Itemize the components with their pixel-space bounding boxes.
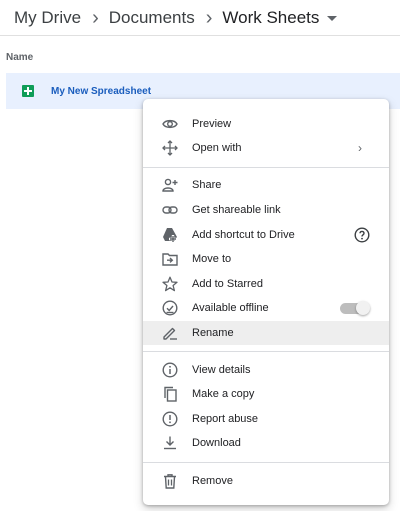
menu-label: Report abuse: [192, 413, 259, 425]
trash-icon: [162, 473, 178, 489]
menu-item-move-to[interactable]: Move to: [143, 247, 389, 271]
menu-item-add-shortcut[interactable]: Add shortcut to Drive: [143, 223, 389, 247]
breadcrumb-work-sheets[interactable]: Work Sheets: [222, 8, 319, 28]
move-arrows-icon: [162, 140, 178, 156]
menu-label: Open with: [192, 142, 242, 154]
offline-check-icon: [162, 300, 178, 316]
menu-divider: [143, 351, 389, 352]
menu-label: Make a copy: [192, 388, 255, 400]
menu-label: Download: [192, 437, 241, 449]
dropdown-arrow-icon[interactable]: [327, 15, 338, 21]
menu-item-remove[interactable]: Remove: [143, 469, 389, 493]
alert-icon: [162, 411, 178, 427]
menu-label: Rename: [192, 327, 234, 339]
star-icon: [162, 276, 178, 292]
toggle-knob: [356, 301, 370, 315]
pencil-icon: [162, 325, 178, 341]
spreadsheet-icon: [22, 85, 34, 97]
menu-label: Share: [192, 179, 222, 191]
menu-label: Remove: [192, 475, 233, 487]
link-icon: [162, 202, 178, 218]
breadcrumb: My Drive › Documents › Work Sheets: [14, 6, 338, 30]
chevron-right-icon: ›: [92, 7, 99, 29]
menu-item-download[interactable]: Download: [143, 431, 389, 455]
offline-toggle[interactable]: [340, 301, 370, 315]
eye-icon: [162, 116, 178, 132]
menu-item-make-copy[interactable]: Make a copy: [143, 382, 389, 406]
menu-label: Move to: [192, 253, 232, 265]
breadcrumb-my-drive[interactable]: My Drive: [14, 8, 81, 28]
info-icon: [162, 362, 178, 378]
menu-item-view-details[interactable]: View details: [143, 358, 389, 382]
drive-shortcut-icon: [162, 227, 178, 243]
header-divider: [0, 35, 400, 36]
help-icon[interactable]: [354, 227, 370, 243]
menu-item-preview[interactable]: Preview: [143, 112, 389, 136]
chevron-right-icon: ›: [358, 141, 362, 155]
download-icon: [162, 435, 178, 451]
chevron-right-icon: ›: [205, 7, 213, 29]
menu-divider: [143, 462, 389, 463]
breadcrumb-documents[interactable]: Documents: [109, 8, 195, 28]
menu-item-report-abuse[interactable]: Report abuse: [143, 407, 389, 431]
menu-item-get-link[interactable]: Get shareable link: [143, 198, 389, 222]
menu-divider: [143, 167, 389, 168]
column-header-name[interactable]: Name: [6, 52, 33, 63]
menu-item-rename[interactable]: Rename: [143, 321, 389, 345]
menu-item-open-with[interactable]: Open with ›: [143, 136, 389, 160]
menu-item-share[interactable]: Share: [143, 173, 389, 197]
context-menu: Preview Open with › Share Get shareable …: [143, 99, 389, 505]
menu-label: Preview: [192, 118, 232, 130]
copy-icon: [162, 386, 178, 402]
menu-label: Available offline: [192, 302, 269, 314]
menu-label: Add shortcut to Drive: [192, 229, 295, 241]
menu-item-available-offline[interactable]: Available offline: [143, 296, 389, 320]
menu-label: View details: [192, 364, 251, 376]
file-name: My New Spreadsheet: [51, 85, 152, 97]
menu-label: Add to Starred: [192, 278, 263, 290]
menu-label: Get shareable link: [192, 204, 281, 216]
person-add-icon: [162, 177, 178, 193]
folder-move-icon: [162, 251, 178, 267]
menu-item-add-starred[interactable]: Add to Starred: [143, 272, 389, 296]
